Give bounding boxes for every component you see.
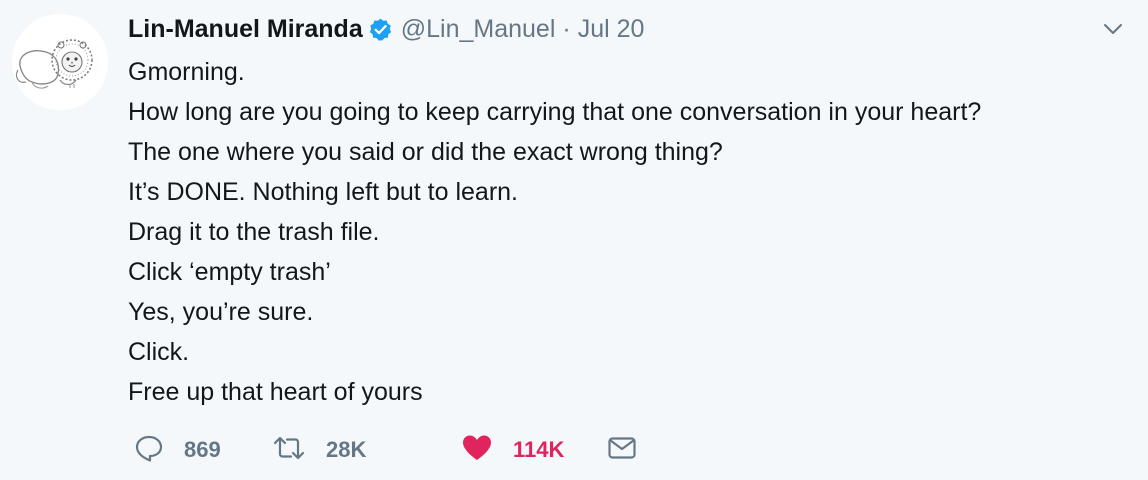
- more-options-chevron-down-icon[interactable]: [1100, 16, 1126, 42]
- avatar[interactable]: [12, 14, 108, 110]
- tweet-actions: 869 28K 114K: [134, 432, 637, 468]
- retweet-count: 28K: [326, 437, 367, 462]
- reply-count: 869: [184, 437, 221, 462]
- envelope-icon: [607, 433, 637, 468]
- retweet-button[interactable]: 28K: [272, 433, 461, 468]
- tweet-line: Drag it to the trash file.: [128, 218, 380, 246]
- retweet-icon: [272, 433, 306, 468]
- reply-button[interactable]: 869: [134, 433, 272, 468]
- tweet-line: Gmorning.: [128, 58, 245, 86]
- tweet-line: Click ‘empty trash’: [128, 258, 331, 286]
- tweet-line: The one where you said or did the exact …: [128, 138, 723, 166]
- like-count: 114K: [513, 437, 565, 462]
- tweet-line: Yes, you’re sure.: [128, 298, 314, 326]
- tweet-header: Lin-Manuel Miranda @Lin_Manuel · Jul 20: [128, 12, 644, 46]
- lion-sketch-icon: [12, 14, 108, 110]
- tweet-line: Free up that heart of yours: [128, 378, 423, 406]
- tweet-date[interactable]: Jul 20: [578, 15, 645, 44]
- tweet-line: It’s DONE. Nothing left but to learn.: [128, 178, 519, 206]
- tweet-line: How long are you going to keep carrying …: [128, 98, 982, 126]
- tweet-text: Gmorning. How long are you going to keep…: [128, 52, 1128, 412]
- direct-message-button[interactable]: [607, 433, 637, 468]
- tweet-line: Click.: [128, 338, 190, 366]
- tweet[interactable]: Lin-Manuel Miranda @Lin_Manuel · Jul 20 …: [0, 0, 1148, 480]
- author-handle[interactable]: @Lin_Manuel: [401, 15, 556, 44]
- verified-badge-icon: [368, 17, 393, 42]
- author-name[interactable]: Lin-Manuel Miranda: [128, 15, 363, 44]
- reply-icon: [134, 433, 164, 468]
- heart-icon: [461, 433, 493, 468]
- header-separator: ·: [562, 14, 571, 43]
- like-button[interactable]: 114K: [461, 433, 607, 468]
